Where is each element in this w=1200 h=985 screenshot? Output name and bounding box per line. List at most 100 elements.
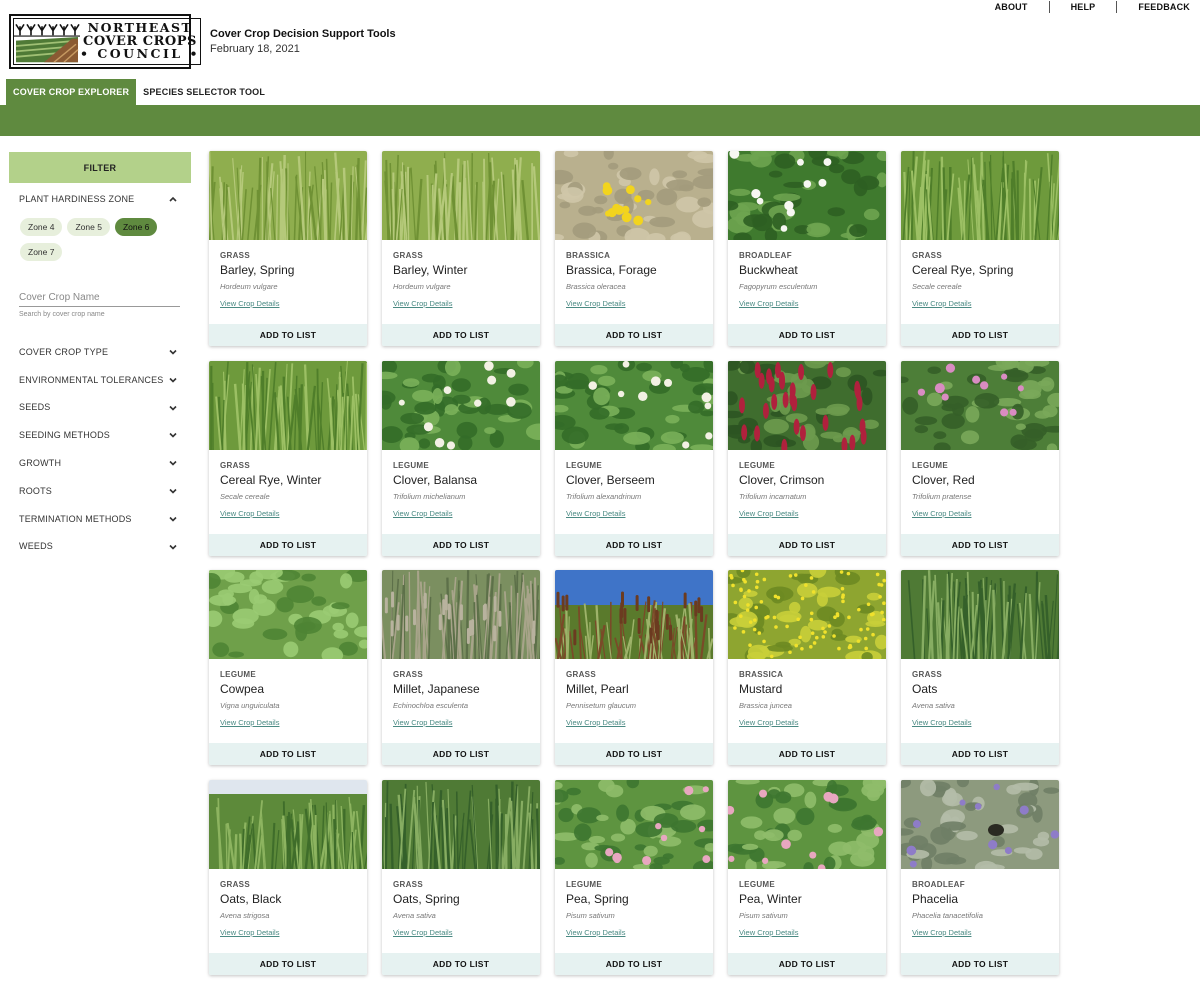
crop-card: GRASS Millet, Japanese Echinochloa escul… (382, 570, 540, 765)
view-crop-details-link[interactable]: View Crop Details (912, 299, 971, 308)
section-cover-crop-type[interactable]: COVER CROP TYPE (9, 338, 191, 366)
crop-photo[interactable] (901, 151, 1059, 240)
crop-photo[interactable] (382, 779, 540, 869)
section-roots[interactable]: ROOTS (9, 477, 191, 505)
add-to-list-button[interactable]: ADD TO LIST (555, 324, 713, 346)
crop-category: GRASS (393, 251, 423, 260)
crop-category: LEGUME (566, 879, 603, 889)
add-to-list-button[interactable]: ADD TO LIST (555, 533, 713, 556)
crop-photo[interactable] (901, 779, 1059, 869)
view-crop-details-link[interactable]: View Crop Details (566, 299, 625, 308)
add-to-list-button[interactable]: ADD TO LIST (209, 533, 367, 556)
crop-name-search: Search by cover crop name (9, 268, 191, 318)
section-label: TERMINATION METHODS (19, 513, 132, 524)
nav-help-link[interactable]: HELP (1050, 2, 1117, 12)
section-growth[interactable]: GROWTH (9, 449, 191, 477)
add-to-list-button[interactable]: ADD TO LIST (209, 743, 367, 765)
view-crop-details-link[interactable]: View Crop Details (739, 928, 798, 937)
crop-category: LEGUME (220, 670, 257, 679)
add-to-list-button[interactable]: ADD TO LIST (728, 324, 886, 346)
view-crop-details-link[interactable]: View Crop Details (393, 299, 452, 308)
add-to-list-button[interactable]: ADD TO LIST (901, 324, 1059, 346)
view-crop-details-link[interactable]: View Crop Details (566, 509, 625, 518)
view-crop-details-link[interactable]: View Crop Details (912, 928, 971, 937)
add-to-list-button[interactable]: ADD TO LIST (382, 952, 540, 975)
add-to-list-button[interactable]: ADD TO LIST (382, 324, 540, 346)
add-to-list-button[interactable]: ADD TO LIST (209, 952, 367, 975)
add-to-list-button[interactable]: ADD TO LIST (728, 952, 886, 975)
crop-card: LEGUME Cowpea Vigna unguiculata View Cro… (209, 570, 367, 765)
add-to-list-button[interactable]: ADD TO LIST (901, 952, 1059, 975)
crop-category: BRASSICA (739, 670, 784, 679)
crop-category: GRASS (912, 670, 942, 679)
section-weeds[interactable]: WEEDS (9, 533, 191, 561)
crop-photo[interactable] (382, 570, 540, 659)
chevron-down-icon (169, 349, 177, 355)
crop-name: Millet, Japanese (393, 682, 480, 696)
view-crop-details-link[interactable]: View Crop Details (566, 928, 625, 937)
add-to-list-button[interactable]: ADD TO LIST (728, 533, 886, 556)
nav-about-link[interactable]: ABOUT (974, 2, 1049, 12)
view-crop-details-link[interactable]: View Crop Details (393, 718, 452, 727)
crop-photo[interactable] (728, 570, 886, 659)
crop-photo[interactable] (728, 360, 886, 450)
crop-photo[interactable] (555, 360, 713, 450)
view-crop-details-link[interactable]: View Crop Details (739, 718, 798, 727)
site-logo[interactable]: NORTHEAST COVER CROPS • COUNCIL • (9, 14, 201, 69)
nav-feedback-link[interactable]: FEEDBACK (1117, 2, 1190, 12)
view-crop-details-link[interactable]: View Crop Details (739, 509, 798, 518)
view-crop-details-link[interactable]: View Crop Details (393, 928, 452, 937)
view-crop-details-link[interactable]: View Crop Details (912, 509, 971, 518)
crop-photo[interactable] (209, 360, 367, 450)
add-to-list-button[interactable]: ADD TO LIST (209, 324, 367, 346)
add-to-list-button[interactable]: ADD TO LIST (728, 743, 886, 765)
view-crop-details-link[interactable]: View Crop Details (220, 928, 279, 937)
zone-chip-7[interactable]: Zone 7 (20, 243, 63, 261)
view-crop-details-link[interactable]: View Crop Details (220, 718, 279, 727)
crop-name: Barley, Spring (220, 263, 295, 277)
crop-photo[interactable] (555, 570, 713, 659)
crop-photo[interactable] (555, 779, 713, 869)
crop-photo[interactable] (382, 151, 540, 240)
zone-chip-4[interactable]: Zone 4 (20, 218, 63, 236)
crop-card: LEGUME Clover, Berseem Trifolium alexand… (555, 360, 713, 556)
add-to-list-button[interactable]: ADD TO LIST (901, 743, 1059, 765)
zone-chip-5[interactable]: Zone 5 (67, 218, 110, 236)
zone-chip-6[interactable]: Zone 6 (114, 218, 158, 236)
crop-photo[interactable] (209, 779, 367, 869)
tool-tabs: COVER CROP EXPLORER SPECIES SELECTOR TOO… (6, 79, 272, 105)
tab-species-selector-tool[interactable]: SPECIES SELECTOR TOOL (136, 79, 272, 105)
crop-scientific-name: Secale cereale (220, 491, 270, 501)
view-crop-details-link[interactable]: View Crop Details (220, 509, 279, 518)
crop-photo[interactable] (382, 360, 540, 450)
view-crop-details-link[interactable]: View Crop Details (393, 509, 452, 518)
tab-cover-crop-explorer[interactable]: COVER CROP EXPLORER (6, 79, 137, 105)
crop-photo[interactable] (728, 779, 886, 869)
section-seeds[interactable]: SEEDS (9, 394, 191, 422)
view-crop-details-link[interactable]: View Crop Details (220, 299, 279, 308)
section-environmental-tolerances[interactable]: ENVIRONMENTAL TOLERANCES (9, 366, 191, 394)
crop-card: LEGUME Pea, Spring Pisum sativum View Cr… (555, 779, 713, 975)
add-to-list-button[interactable]: ADD TO LIST (555, 743, 713, 765)
hardiness-zone-toggle[interactable]: PLANT HARDINESS ZONE (9, 185, 191, 213)
add-to-list-button[interactable]: ADD TO LIST (382, 743, 540, 765)
crop-name-input[interactable] (19, 288, 180, 307)
section-termination-methods[interactable]: TERMINATION METHODS (9, 505, 191, 533)
view-crop-details-link[interactable]: View Crop Details (912, 718, 971, 727)
crop-scientific-name: Brassica juncea (739, 701, 792, 710)
farm-field-icon (14, 19, 80, 64)
section-label: GROWTH (19, 458, 62, 469)
view-crop-details-link[interactable]: View Crop Details (739, 299, 798, 308)
add-to-list-button[interactable]: ADD TO LIST (901, 533, 1059, 556)
add-to-list-button[interactable]: ADD TO LIST (555, 952, 713, 975)
add-to-list-button[interactable]: ADD TO LIST (382, 533, 540, 556)
section-seeding-methods[interactable]: SEEDING METHODS (9, 421, 191, 449)
crop-photo[interactable] (209, 570, 367, 659)
crop-photo[interactable] (901, 570, 1059, 659)
crop-photo[interactable] (209, 151, 367, 240)
crop-photo[interactable] (728, 151, 886, 240)
crop-photo[interactable] (555, 151, 713, 240)
crop-photo[interactable] (901, 360, 1059, 450)
view-crop-details-link[interactable]: View Crop Details (566, 718, 625, 727)
crop-card: GRASS Cereal Rye, Spring Secale cereale … (901, 151, 1059, 346)
